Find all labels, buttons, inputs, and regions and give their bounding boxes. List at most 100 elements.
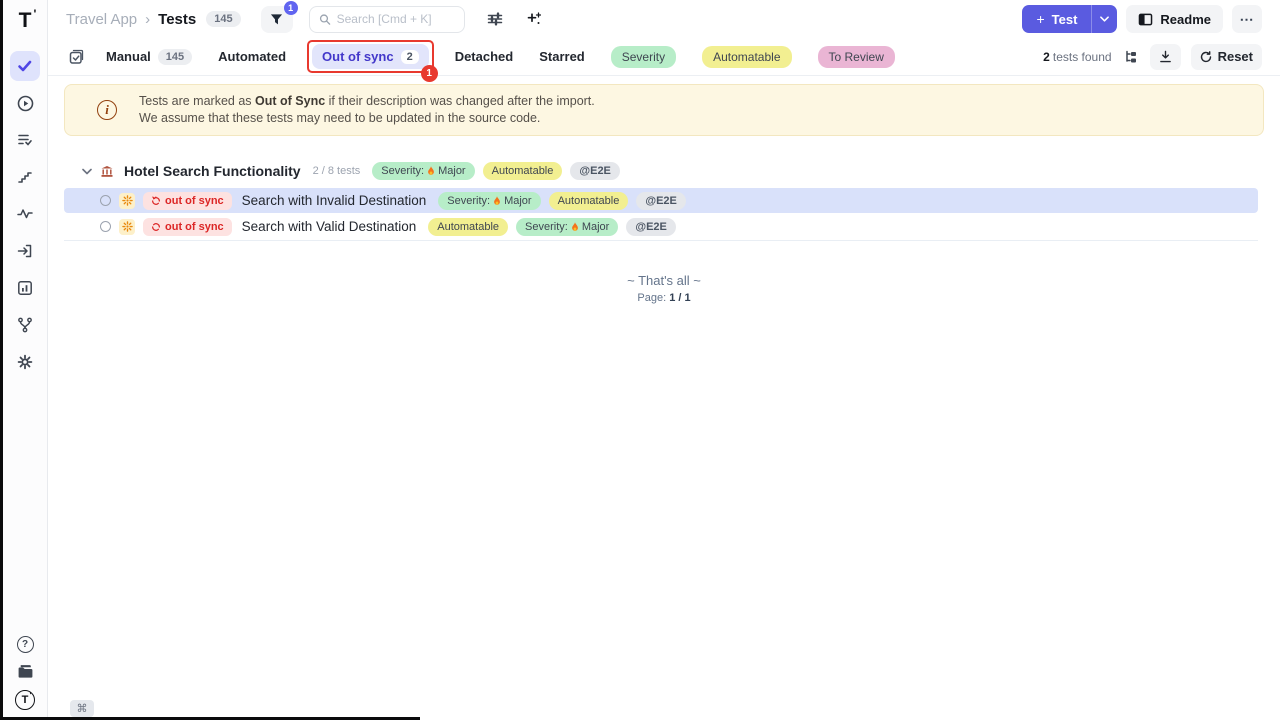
plus-sparkle-icon — [527, 12, 541, 26]
filter-pill-automatable[interactable]: Automatable — [702, 46, 791, 68]
command-palette-key[interactable]: ⌘ — [70, 700, 94, 717]
account-logo-icon[interactable]: T — [15, 690, 35, 710]
breadcrumb-project[interactable]: Travel App — [66, 11, 137, 28]
results-count-label: tests found — [1053, 50, 1112, 64]
sliders-icon — [487, 12, 503, 26]
tab-bar-right: 2tests found Reset — [1043, 44, 1262, 70]
sidebar-item-plans[interactable] — [10, 125, 40, 155]
filter-tab-bar: Manual 145 Automated Out of sync 2 1 Det… — [48, 38, 1280, 76]
test-status-circle[interactable] — [100, 195, 111, 206]
search-input[interactable] — [337, 12, 455, 26]
starburst-icon — [122, 221, 133, 232]
tag-automatable[interactable]: Automatable — [549, 192, 629, 210]
chevron-down-icon — [1100, 16, 1109, 22]
starburst-icon — [122, 195, 133, 206]
search-icon — [319, 13, 331, 26]
sidebar-bottom: ? T — [15, 636, 35, 720]
download-icon — [1159, 50, 1172, 63]
filter-pill-to-review[interactable]: To Review — [818, 46, 895, 68]
pagination: Page: 1 / 1 — [48, 292, 1280, 304]
tab-out-of-sync-label: Out of sync — [322, 49, 394, 64]
filter-pill-severity[interactable]: Severity — [611, 46, 676, 68]
bar-chart-icon — [17, 280, 33, 296]
tag-automatable[interactable]: Automatable — [428, 218, 508, 236]
results-count-number: 2 — [1043, 50, 1050, 64]
readme-label: Readme — [1160, 12, 1211, 27]
tree-view-toggle[interactable] — [1122, 48, 1140, 66]
reset-label: Reset — [1218, 49, 1253, 64]
page-title: Tests — [158, 11, 196, 28]
flame-icon — [571, 222, 579, 232]
app-logo[interactable]: T — [19, 9, 32, 33]
sidebar: T ? T — [3, 0, 48, 720]
list-check-icon — [17, 132, 33, 148]
out-of-sync-info-banner: i Tests are marked as Out of Sync if the… — [64, 84, 1264, 136]
stairs-icon — [17, 169, 33, 185]
tag-automatable[interactable]: Automatable — [483, 162, 563, 180]
top-right-actions: + Test Readme ⋯ — [1022, 5, 1262, 33]
out-of-sync-badge: out of sync — [143, 192, 232, 210]
top-bar: Travel App › Tests 145 1 + Test — [48, 0, 1280, 38]
flame-icon — [493, 196, 501, 206]
test-state-icon — [119, 193, 135, 209]
sync-arrows-icon — [151, 196, 161, 206]
ai-create-button[interactable] — [525, 10, 543, 28]
main-area: Travel App › Tests 145 1 + Test — [48, 0, 1280, 720]
funnel-icon — [270, 13, 283, 26]
more-actions-button[interactable]: ⋯ — [1232, 5, 1262, 33]
tab-automated[interactable]: Automated — [218, 49, 286, 64]
pulse-icon — [17, 206, 33, 222]
out-of-sync-badge: out of sync — [143, 218, 232, 236]
sidebar-item-branches[interactable] — [10, 310, 40, 340]
docs-folder-icon[interactable] — [17, 664, 34, 679]
help-icon[interactable]: ? — [17, 636, 34, 653]
tag-severity[interactable]: Severity: Major — [372, 162, 474, 180]
tag-severity[interactable]: Severity: Major — [438, 192, 540, 210]
tab-out-of-sync-count: 2 — [401, 50, 419, 64]
test-row[interactable]: out of sync Search with Invalid Destinat… — [64, 188, 1258, 213]
test-status-circle[interactable] — [100, 221, 111, 232]
filter-count-badge: 1 — [284, 1, 298, 15]
tab-starred[interactable]: Starred — [539, 49, 585, 64]
sidebar-item-reports[interactable] — [10, 273, 40, 303]
sidebar-item-pulse[interactable] — [10, 199, 40, 229]
tag-severity[interactable]: Severity: Major — [516, 218, 618, 236]
test-row[interactable]: out of sync Search with Valid Destinatio… — [64, 214, 1258, 239]
tab-detached[interactable]: Detached — [455, 49, 514, 64]
git-branch-icon — [17, 317, 33, 333]
new-test-button[interactable]: + Test — [1022, 5, 1117, 33]
reset-button[interactable]: Reset — [1191, 44, 1262, 70]
sidebar-item-tests[interactable] — [10, 51, 40, 81]
view-settings-button[interactable] — [485, 10, 505, 28]
book-icon — [1138, 13, 1153, 26]
tests-total-count: 145 — [206, 11, 240, 27]
suite-row[interactable]: Hotel Search Functionality 2 / 8 tests S… — [48, 136, 1280, 188]
gear-icon — [17, 354, 33, 370]
info-icon: i — [97, 100, 117, 120]
sidebar-item-settings[interactable] — [10, 347, 40, 377]
tab-out-of-sync[interactable]: Out of sync 2 — [312, 44, 429, 69]
test-state-icon — [119, 219, 135, 235]
tab-manual[interactable]: Manual 145 — [106, 49, 192, 65]
test-title: Search with Valid Destination — [242, 219, 417, 234]
select-all-button[interactable] — [66, 47, 86, 67]
test-list: out of sync Search with Invalid Destinat… — [64, 188, 1258, 241]
search-box[interactable] — [309, 6, 465, 33]
new-test-dropdown[interactable] — [1091, 5, 1117, 33]
sidebar-item-steps[interactable] — [10, 162, 40, 192]
banner-text: Tests are marked as Out of Sync if their… — [139, 93, 595, 127]
plus-icon: + — [1036, 11, 1044, 27]
tag-e2e[interactable]: @E2E — [636, 192, 686, 210]
tag-e2e[interactable]: @E2E — [626, 218, 676, 236]
refresh-icon — [1200, 51, 1212, 63]
sidebar-item-runs[interactable] — [10, 88, 40, 118]
sidebar-item-import[interactable] — [10, 236, 40, 266]
tutorial-annotation-badge: 1 — [421, 65, 438, 82]
suite-building-icon — [100, 165, 114, 178]
tab-out-of-sync-wrap: Out of sync 2 1 — [312, 44, 429, 69]
export-button[interactable] — [1150, 44, 1181, 70]
screen-edge-left — [0, 0, 3, 720]
filter-button[interactable]: 1 — [261, 6, 293, 33]
readme-button[interactable]: Readme — [1126, 5, 1223, 33]
tag-e2e[interactable]: @E2E — [570, 162, 620, 180]
